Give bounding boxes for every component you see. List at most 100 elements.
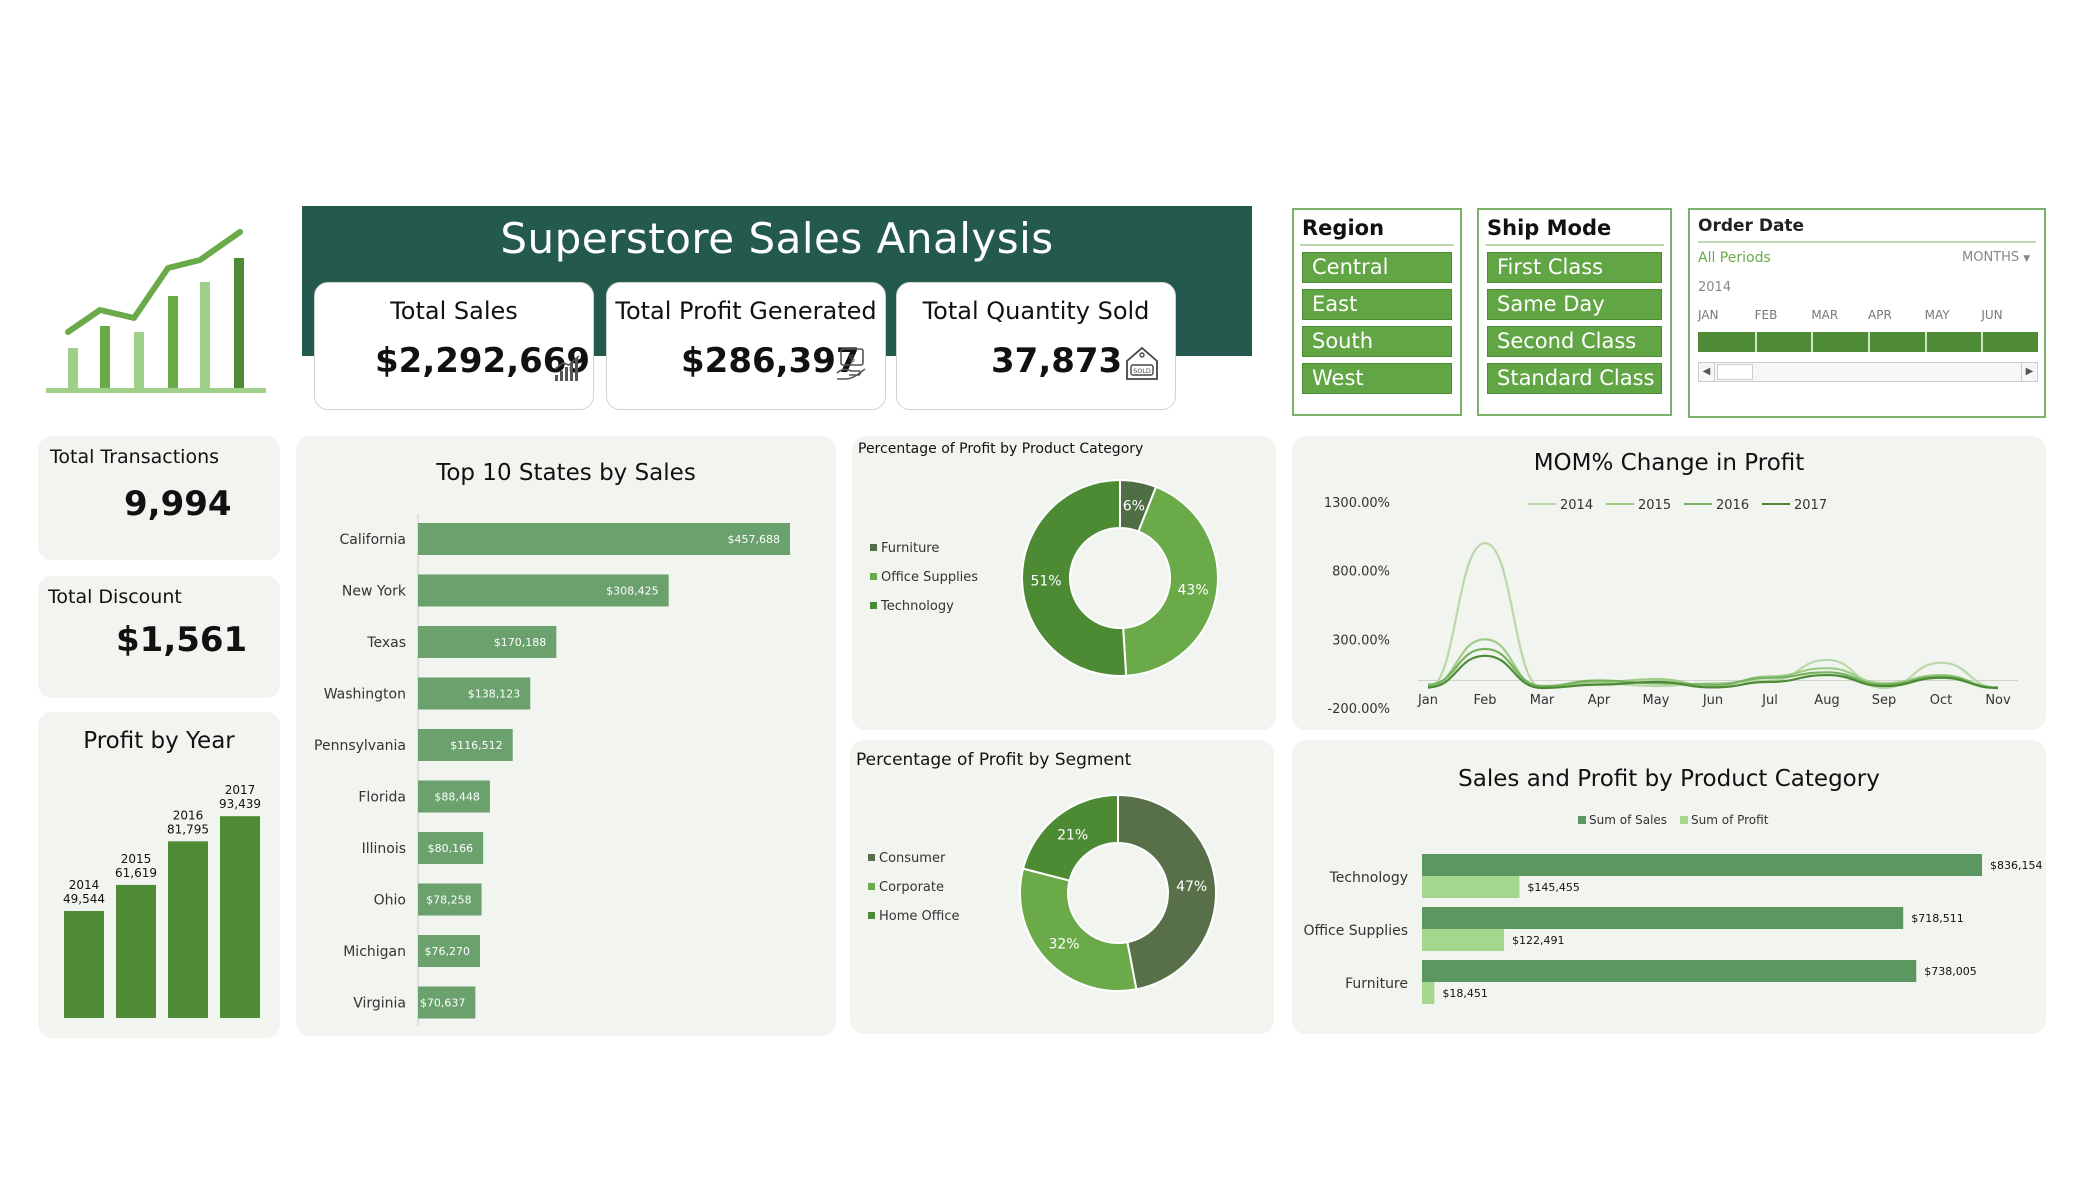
- state-tick-label: Pennsylvania: [314, 738, 406, 754]
- sp-bar: [1422, 929, 1505, 951]
- segment-legend-swatch: [868, 854, 875, 861]
- scroll-right-icon[interactable]: ▶: [2021, 363, 2037, 381]
- state-data-label: $138,123: [468, 688, 520, 701]
- category-legend-swatch: [870, 602, 877, 609]
- profit-segment-donut: 47% 32% 21% Consumer Corporate Home Office: [868, 793, 1217, 992]
- mom-profit-line-chart: 1300.00% 800.00% 300.00% -200.00% Jan Feb Mar A…: [1324, 496, 2018, 717]
- kpi-label: Total Sales: [390, 297, 518, 325]
- slicer-item-first-class[interactable]: First Class: [1487, 252, 1662, 283]
- slicer-title: Ship Mode: [1485, 210, 1664, 246]
- profit-category-panel: Percentage of Profit by Product Category…: [852, 436, 1276, 730]
- sp-data-label: $18,451: [1442, 987, 1488, 1000]
- sold-tag-bag-icon: SOLD: [1123, 345, 1161, 387]
- dashboard-title: Superstore Sales Analysis: [500, 214, 1054, 263]
- top-states-chart: California $457,688 New York $308,425 Texas $…: [314, 514, 790, 1026]
- year-tick-label: 2015: [121, 852, 152, 866]
- sp-bar: [1422, 960, 1917, 982]
- sp-data-label: $145,455: [1527, 881, 1580, 894]
- year-tick-label: 2014: [69, 878, 100, 892]
- top-states-panel: Top 10 States by Sales California $457,68…: [296, 436, 836, 1036]
- sp-bar: [1422, 854, 1982, 876]
- category-data-label: 43%: [1178, 583, 1209, 599]
- slicer-item-second-class[interactable]: Second Class: [1487, 326, 1662, 357]
- state-tick-label: Washington: [324, 687, 406, 703]
- mom-y-tick-label: 800.00%: [1332, 565, 1390, 580]
- kpi-value: 9,994: [124, 484, 232, 524]
- timeline-divider: [1868, 332, 1870, 352]
- segment-legend-swatch: [868, 883, 875, 890]
- mom-x-tick-label: Nov: [1985, 693, 2011, 708]
- region-slicer: Region Central East South West: [1292, 208, 1462, 416]
- sp-legend-label: Sum of Sales: [1589, 813, 1667, 827]
- total-transactions-card: Total Transactions 9,994: [38, 436, 280, 560]
- time-level-label: MONTHS: [1962, 250, 2020, 265]
- year-bar: [116, 884, 156, 1018]
- category-legend-label: Office Supplies: [881, 570, 978, 585]
- mom-x-tick-label: Aug: [1814, 693, 1839, 708]
- segment-legend-swatch: [868, 912, 875, 919]
- sales-profit-category-panel: Sales and Profit by Product Category Tec…: [1292, 740, 2046, 1034]
- segment-legend-label: Corporate: [879, 880, 944, 895]
- time-level-dropdown[interactable]: MONTHS ▼: [1962, 250, 2030, 265]
- kpi-card-total-quantity: Total Quantity Sold 37,873 SOLD: [896, 282, 1176, 410]
- mom-legend-label: 2016: [1716, 498, 1749, 513]
- timeline-divider: [1924, 332, 1927, 352]
- mom-y-tick-label: 300.00%: [1332, 633, 1390, 648]
- sales-profit-category-chart: Technology $836,154 $145,455 Office Supplie…: [1303, 813, 2043, 1004]
- divider: [1698, 241, 2036, 243]
- sp-tick-label: Furniture: [1345, 976, 1408, 992]
- mom-y-tick-label: 1300.00%: [1324, 496, 1390, 511]
- sp-data-label: $122,491: [1512, 934, 1565, 947]
- sp-legend-swatch: [1578, 816, 1586, 824]
- segment-data-label: 47%: [1176, 879, 1207, 895]
- mom-x-tick-label: Jul: [1761, 693, 1778, 708]
- state-data-label: $170,188: [494, 636, 547, 649]
- all-periods-label: All Periods: [1698, 250, 1771, 266]
- sp-tick-label: Technology: [1329, 870, 1408, 886]
- slicer-title: Region: [1300, 210, 1454, 246]
- scroll-thumb[interactable]: [1717, 364, 1753, 380]
- scroll-left-icon[interactable]: ◀: [1699, 363, 1715, 381]
- slicer-item-central[interactable]: Central: [1302, 252, 1452, 283]
- timeline-month-label: FEB: [1754, 308, 1778, 322]
- kpi-label: Total Transactions: [50, 446, 220, 468]
- ship-mode-slicer: Ship Mode First Class Same Day Second Cl…: [1477, 208, 1672, 416]
- profit-by-year-panel: Profit by Year 2014 49,544 2015 61,619 2016 8…: [38, 712, 280, 1038]
- order-date-timeline: Order Date All Periods MONTHS ▼ 2014 JAN…: [1688, 208, 2046, 418]
- mom-x-tick-label: Jun: [1702, 693, 1723, 708]
- sp-bar: [1422, 982, 1435, 1004]
- state-tick-label: Texas: [366, 635, 406, 651]
- year-data-label: 93,439: [219, 797, 261, 811]
- timeline-month-labels: JAN FEB MAR APR MAY JUN: [1698, 308, 2038, 326]
- slicer-item-east[interactable]: East: [1302, 289, 1452, 320]
- state-data-label: $70,637: [420, 997, 466, 1010]
- mom-x-tick-label: Oct: [1930, 693, 1952, 708]
- category-legend-swatch: [870, 544, 877, 551]
- slicer-item-same-day[interactable]: Same Day: [1487, 289, 1662, 320]
- timeline-selection-bar[interactable]: [1698, 332, 2038, 352]
- timeline-scrollbar[interactable]: ◀ ▶: [1698, 362, 2038, 382]
- kpi-card-total-sales: Total Sales $2,292,669: [314, 282, 594, 410]
- year-bar: [220, 816, 260, 1018]
- timeline-year: 2014: [1698, 280, 1732, 295]
- state-data-label: $88,448: [434, 791, 480, 804]
- kpi-value: $2,292,669: [375, 341, 591, 381]
- state-tick-label: California: [340, 532, 406, 548]
- svg-text:$: $: [849, 352, 856, 365]
- state-tick-label: Virginia: [353, 996, 406, 1012]
- slicer-item-standard-class[interactable]: Standard Class: [1487, 363, 1662, 394]
- sp-data-label: $738,005: [1924, 965, 1977, 978]
- segment-legend-label: Consumer: [879, 851, 946, 866]
- timeline-divider: [1811, 332, 1814, 352]
- profit-segment-panel: Percentage of Profit by Segment 47% 32% 21…: [850, 740, 1274, 1034]
- kpi-card-total-profit: Total Profit Generated $286,397 $: [606, 282, 886, 410]
- mom-legend-label: 2014: [1560, 498, 1593, 513]
- state-data-label: $78,258: [426, 894, 472, 907]
- category-legend-swatch: [870, 573, 877, 580]
- slicer-item-west[interactable]: West: [1302, 363, 1452, 394]
- mom-y-tick-label: -200.00%: [1327, 702, 1390, 717]
- kpi-label: Total Discount: [48, 586, 182, 608]
- year-data-label: 61,619: [115, 866, 157, 880]
- slicer-item-south[interactable]: South: [1302, 326, 1452, 357]
- profit-by-year-chart: 201449,544 201561,619 201681,795 201793,439: [63, 783, 261, 1018]
